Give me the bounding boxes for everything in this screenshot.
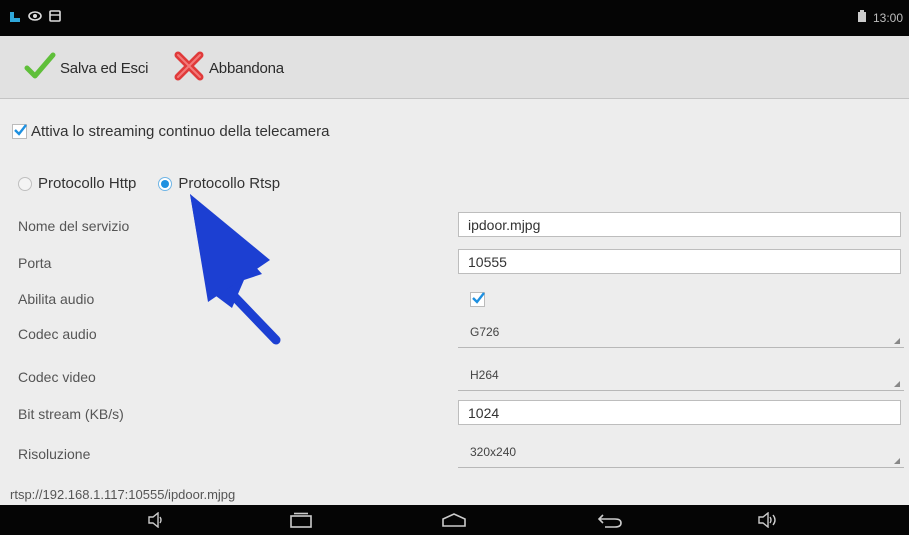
app-notification-icon: [8, 9, 22, 23]
volume-up-icon[interactable]: [757, 511, 779, 533]
radio-label-http: Protocollo Http: [38, 175, 137, 192]
stream-url: rtsp://192.168.1.117:10555/ipdoor.mjpg: [10, 487, 236, 502]
battery-icon: [857, 10, 867, 26]
dropdown-triangle-icon: [894, 458, 900, 464]
video-codec-value: H264: [470, 368, 499, 382]
navigation-bar: [0, 505, 909, 535]
bitstream-label: Bit stream (KB/s): [18, 406, 124, 422]
audio-codec-label: Codec audio: [18, 326, 97, 342]
radio-button-http[interactable]: [18, 176, 32, 191]
video-codec-select[interactable]: H264: [458, 363, 904, 391]
settings-content: Attiva lo streaming continuo della telec…: [0, 99, 909, 503]
row-audio-codec: Codec audio G726: [0, 318, 909, 352]
audio-enabled-label: Abilita audio: [18, 291, 95, 307]
row-audio-enabled: Abilita audio: [0, 283, 909, 317]
audio-codec-value: G726: [470, 325, 500, 339]
volume-down-icon[interactable]: [147, 511, 165, 533]
back-icon[interactable]: [597, 512, 623, 533]
radio-protocol-http[interactable]: Protocollo Http: [18, 175, 136, 192]
status-time: 13:00: [872, 11, 903, 25]
action-bar: Salva ed Esci Abbandona: [0, 36, 909, 99]
status-left-icons: [8, 9, 62, 23]
save-and-exit-button[interactable]: Salva ed Esci: [24, 50, 148, 86]
save-button-label: Salva ed Esci: [60, 59, 149, 77]
streaming-checkbox[interactable]: [12, 124, 27, 139]
checkmark-icon: [24, 50, 56, 86]
eye-icon: [28, 9, 42, 23]
audio-enabled-checkbox[interactable]: [470, 292, 485, 307]
home-icon[interactable]: [441, 512, 467, 533]
streaming-checkbox-row[interactable]: Attiva lo streaming continuo della telec…: [12, 123, 330, 140]
row-bitstream: Bit stream (KB/s) 1024: [0, 398, 909, 432]
port-input[interactable]: 10555: [458, 249, 901, 274]
video-codec-label: Codec video: [18, 369, 96, 385]
status-bar: 13:00: [0, 0, 909, 36]
dropdown-triangle-icon: [894, 338, 900, 344]
row-service-name: Nome del servizio ipdoor.mjpg: [0, 210, 909, 244]
audio-codec-select[interactable]: G726: [458, 320, 904, 348]
box-icon: [48, 9, 62, 23]
resolution-label: Risoluzione: [18, 446, 91, 462]
streaming-checkbox-label: Attiva lo streaming continuo della telec…: [31, 123, 330, 140]
dropdown-triangle-icon: [894, 381, 900, 387]
resolution-value: 320x240: [470, 445, 517, 459]
bitstream-input[interactable]: 1024: [458, 400, 901, 425]
close-icon: [173, 50, 205, 86]
service-name-label: Nome del servizio: [18, 218, 130, 234]
abandon-button-label: Abbandona: [209, 59, 284, 77]
annotation-arrow-icon: [190, 194, 281, 345]
resolution-select[interactable]: 320x240: [458, 440, 904, 468]
row-video-codec: Codec video H264: [0, 361, 909, 395]
service-name-input[interactable]: ipdoor.mjpg: [458, 212, 901, 237]
abandon-button[interactable]: Abbandona: [173, 50, 284, 86]
port-label: Porta: [18, 255, 52, 271]
radio-button-rtsp[interactable]: [158, 176, 173, 191]
row-port: Porta 10555: [0, 247, 909, 281]
recent-apps-icon[interactable]: [289, 512, 313, 533]
status-right: 13:00: [857, 10, 903, 26]
row-resolution: Risoluzione 320x240: [0, 438, 909, 472]
